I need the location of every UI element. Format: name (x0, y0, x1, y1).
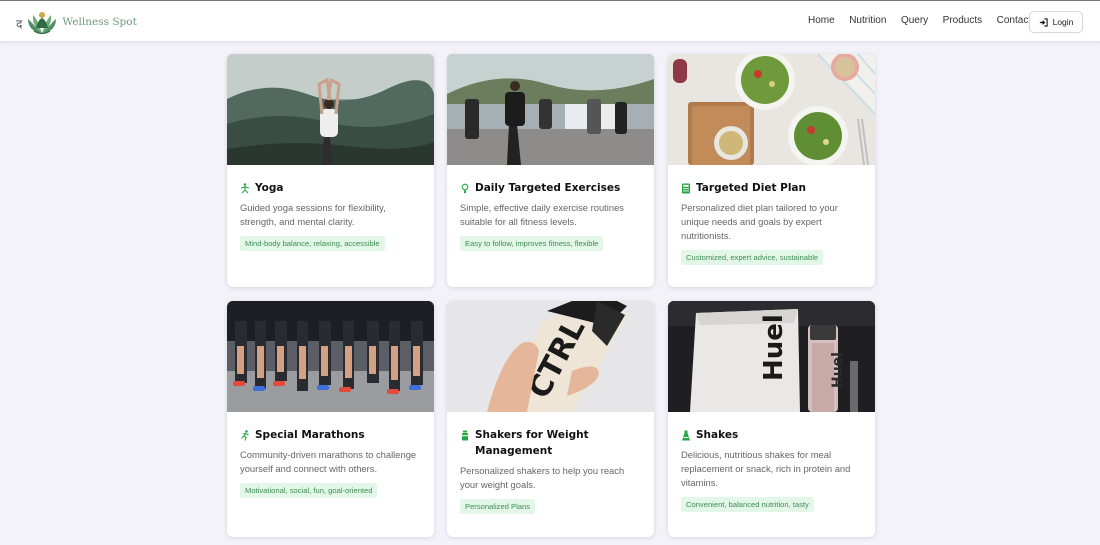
card-shakers-weight-management[interactable]: CTRL Shakers for Weight Management Perso… (447, 301, 654, 537)
card-description: Community-driven marathons to challenge … (240, 449, 417, 474)
card-title: Targeted Diet Plan (696, 182, 806, 194)
card-tag: Motivational, social, fun, goal-oriented (240, 483, 378, 498)
card-diet-plan[interactable]: Targeted Diet Plan Personalized diet pla… (668, 54, 875, 287)
nav-link-products[interactable]: Products (943, 15, 982, 26)
card-description: Simple, effective daily exercise routine… (460, 202, 624, 227)
card-tag: Easy to follow, improves fitness, flexib… (460, 236, 604, 251)
yoga-person-icon (240, 183, 250, 194)
card-shakes[interactable]: Huel Huel Shakes Delicious, nutritious s… (668, 301, 875, 537)
shaker-bottle-icon (462, 430, 468, 441)
salad-table-photo (668, 54, 875, 165)
card-special-marathons[interactable]: Special Marathons Community-driven marat… (227, 301, 434, 537)
brand-name: Wellness Spot (62, 16, 137, 28)
navbar: द Wellness Spot Home Nutrition Query Pro… (0, 0, 1100, 42)
card-description: Personalized diet plan tailored to your … (681, 202, 838, 241)
huel-shake-photo: Huel Huel (668, 301, 875, 412)
yoga-photo (227, 54, 434, 165)
brand-glyph: द (16, 16, 23, 31)
login-label: Login (1052, 17, 1074, 27)
brand[interactable]: द Wellness Spot (16, 7, 137, 37)
card-description: Guided yoga sessions for flexibility, st… (240, 202, 386, 227)
login-arrow-icon (1039, 17, 1048, 27)
lotus-meditation-logo-icon (28, 12, 57, 35)
card-title: Special Marathons (255, 429, 365, 441)
card-daily-exercises[interactable]: Daily Targeted Exercises Simple, effecti… (447, 54, 654, 287)
svg-text:Huel: Huel (830, 352, 846, 388)
calculator-icon (682, 183, 690, 194)
login-button[interactable]: Login (1029, 11, 1083, 33)
card-description: Personalized shakers to help you reach y… (460, 465, 625, 490)
flask-icon (682, 430, 690, 441)
card-yoga[interactable]: Yoga Guided yoga sessions for flexibilit… (227, 54, 434, 287)
ctrl-shaker-photo: CTRL (447, 301, 654, 412)
card-title: Yoga (255, 182, 284, 194)
running-icon (241, 430, 249, 441)
group-running-photo (447, 54, 654, 165)
nav-link-nutrition[interactable]: Nutrition (849, 15, 886, 26)
nav-links: Home Nutrition Query Products Contact (808, 15, 1046, 26)
card-tag: Personalized Plans (460, 499, 536, 514)
nav-link-query[interactable]: Query (901, 15, 928, 26)
nav-link-home[interactable]: Home (808, 15, 835, 26)
card-title: Daily Targeted Exercises (475, 182, 621, 194)
lightbulb-icon (461, 183, 469, 193)
card-title: Shakers for Weight Management (475, 429, 589, 457)
svg-text:Huel: Huel (759, 314, 789, 381)
marathon-photo (227, 301, 434, 412)
card-tag: Convenient, balanced nutrition, tasty (681, 497, 814, 512)
card-title: Shakes (696, 429, 739, 441)
card-tag: Customized, expert advice, sustainable (681, 250, 824, 265)
card-description: Delicious, nutritious shakes for meal re… (681, 449, 851, 488)
card-tag: Mind-body balance, relaxing, accessible (240, 236, 385, 251)
nav-link-contact[interactable]: Contact (997, 15, 1031, 26)
